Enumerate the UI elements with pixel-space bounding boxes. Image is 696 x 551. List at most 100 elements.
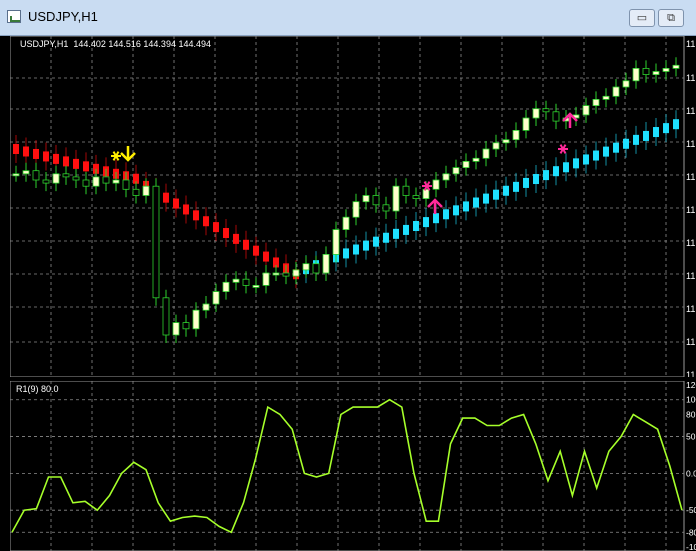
- indicator-tick-label: -50: [686, 505, 696, 515]
- window-frame-left: [0, 36, 10, 551]
- trend-block: [233, 233, 239, 244]
- indicator-tick-label: 50: [686, 432, 696, 442]
- candle-body: [62, 173, 70, 178]
- candle-body: [372, 195, 380, 206]
- candle-body: [662, 68, 670, 72]
- trend-block: [583, 154, 589, 165]
- trend-block: [53, 153, 59, 164]
- app-chart-icon: [7, 10, 21, 23]
- candle-body: [532, 108, 540, 119]
- indicator-chart[interactable]: 120 100 80 50 0.0 -50 -80 -100: [10, 381, 696, 551]
- indicator-tick-label: 0.0: [686, 468, 696, 478]
- trend-block: [63, 156, 69, 167]
- candle-body: [182, 322, 190, 330]
- trend-block: [373, 236, 379, 247]
- candle-body: [522, 117, 530, 131]
- trend-block: [473, 197, 479, 208]
- trend-block: [73, 158, 79, 169]
- trend-block: [363, 240, 369, 251]
- trend-block: [513, 181, 519, 192]
- price-axis: 11 11 11 11 11 11 11 11 11 11 11: [686, 39, 695, 377]
- price-tick-label: 11: [686, 337, 695, 347]
- window-title: USDJPY,H1: [28, 9, 98, 24]
- candle-body: [602, 95, 610, 100]
- candle-body: [172, 322, 180, 336]
- candle-body: [552, 111, 560, 122]
- trend-block: [493, 189, 499, 200]
- candle-body: [442, 173, 450, 181]
- minimize-button[interactable]: ▭: [629, 9, 655, 27]
- indicator-tick-label: 80: [686, 409, 696, 419]
- candle-body: [472, 157, 480, 162]
- candle-body: [422, 188, 430, 200]
- price-tick-label: 11: [686, 172, 695, 182]
- trend-block: [623, 138, 629, 149]
- trend-block: [163, 192, 169, 203]
- trend-block: [203, 216, 209, 227]
- candle-body: [632, 68, 640, 82]
- price-tick-label: 11: [686, 271, 695, 281]
- candle-body: [332, 229, 340, 255]
- trend-block: [213, 222, 219, 233]
- candle-body: [242, 278, 250, 286]
- price-tick-label: 11: [686, 370, 695, 377]
- trend-block: [483, 193, 489, 204]
- window-titlebar[interactable]: USDJPY,H1 ▭ ⧉: [0, 0, 696, 36]
- restore-button[interactable]: ⧉: [658, 9, 684, 27]
- candle-body: [112, 179, 120, 184]
- candle-body: [402, 185, 410, 196]
- trend-block: [603, 146, 609, 157]
- candle-body: [82, 179, 90, 187]
- candle-body: [292, 269, 300, 277]
- candle-body: [302, 263, 310, 271]
- candle-body: [252, 284, 260, 288]
- trend-block: [343, 248, 349, 259]
- candle-body: [192, 309, 200, 330]
- trend-block: [403, 224, 409, 235]
- candle-body: [592, 99, 600, 107]
- price-tick-label: 11: [686, 139, 695, 149]
- trend-block: [663, 123, 669, 134]
- candle-body: [362, 195, 370, 203]
- candle-body: [152, 185, 160, 299]
- candle-body: [262, 272, 270, 286]
- trend-block: [443, 209, 449, 220]
- trend-block: [13, 144, 19, 154]
- trend-block: [413, 221, 419, 232]
- trend-block: [253, 245, 259, 256]
- candle-body: [52, 173, 60, 184]
- candle-body: [92, 176, 100, 187]
- trend-block: [43, 151, 49, 162]
- price-tick-label: 11: [686, 106, 695, 116]
- trend-block: [423, 217, 429, 228]
- candle-body: [492, 142, 500, 150]
- trend-block: [223, 228, 229, 239]
- candle-body: [72, 176, 80, 181]
- trend-block: [173, 198, 179, 209]
- candle-body: [22, 170, 30, 175]
- candle-body: [512, 130, 520, 141]
- candle-body: [542, 108, 550, 113]
- candle-body: [582, 105, 590, 116]
- chart-header: USDJPY,H1 144.402 144.516 144.394 144.49…: [20, 39, 211, 49]
- candle-body: [322, 253, 330, 274]
- trend-block: [533, 174, 539, 185]
- candle-body: [502, 139, 510, 144]
- trend-block: [23, 146, 29, 157]
- trend-block: [263, 251, 269, 262]
- candle-body: [102, 176, 110, 184]
- trend-block: [33, 148, 39, 159]
- trend-block: [453, 205, 459, 216]
- trend-block: [593, 150, 599, 161]
- candle-body: [352, 201, 360, 218]
- trend-block: [523, 177, 529, 188]
- indicator-header: R1(9) 80.0: [16, 384, 59, 394]
- trend-block: [633, 134, 639, 145]
- candle-body: [162, 297, 170, 336]
- candle-body: [142, 185, 150, 196]
- candle-body: [482, 148, 490, 159]
- trend-block: [503, 185, 509, 196]
- price-chart[interactable]: 11 11 11 11 11 11 11 11 11 11 11: [10, 36, 696, 377]
- indicator-tick-label: -100: [686, 542, 696, 551]
- trend-block: [393, 228, 399, 239]
